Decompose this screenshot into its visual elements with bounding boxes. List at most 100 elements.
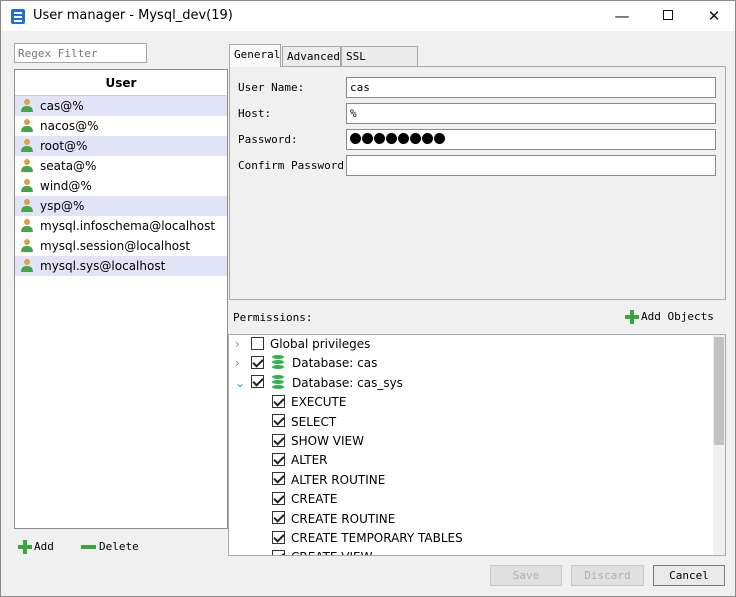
user-icon bbox=[21, 199, 33, 213]
user-list-item[interactable]: mysql.sys@localhost bbox=[15, 256, 227, 276]
chevron-right-icon[interactable]: › bbox=[235, 335, 245, 354]
password-label: Password: bbox=[238, 133, 298, 146]
tab-advanced[interactable]: Advanced bbox=[282, 46, 341, 66]
user-icon bbox=[21, 219, 33, 233]
user-list-item-label: nacos@% bbox=[40, 119, 99, 133]
user-list-item-label: ysp@% bbox=[40, 199, 85, 213]
password-mask-dot bbox=[386, 133, 397, 144]
user-list-item[interactable]: mysql.session@localhost bbox=[15, 236, 227, 256]
user-list-item-label: root@% bbox=[40, 139, 88, 153]
permission-label: ALTER bbox=[291, 453, 328, 468]
save-button[interactable]: Save bbox=[490, 565, 562, 586]
user-column-header[interactable]: User bbox=[15, 70, 227, 96]
user-list-item[interactable]: seata@% bbox=[15, 156, 227, 176]
user-icon bbox=[21, 159, 33, 173]
permission-checkbox[interactable] bbox=[272, 452, 285, 466]
user-list-item-label: wind@% bbox=[40, 179, 92, 193]
host-input[interactable]: % bbox=[346, 103, 716, 124]
scrollbar-thumb[interactable] bbox=[714, 337, 724, 445]
password-input[interactable] bbox=[346, 129, 716, 150]
user-manager-window: User manager - Mysql_dev(19) — ✕ User ca… bbox=[0, 0, 736, 597]
user-icon bbox=[21, 259, 33, 273]
privilege-item[interactable]: CREATE TEMPORARY TABLES bbox=[272, 529, 463, 548]
password-mask-dot bbox=[410, 133, 421, 144]
privilege-item[interactable]: ALTER bbox=[272, 451, 328, 470]
permission-checkbox[interactable] bbox=[272, 511, 285, 525]
user-icon bbox=[21, 239, 33, 253]
permission-label: SELECT bbox=[291, 414, 337, 429]
maximize-button[interactable] bbox=[645, 1, 691, 31]
database-icon bbox=[272, 355, 284, 370]
user-icon bbox=[21, 99, 33, 113]
user-list-item[interactable]: ysp@% bbox=[15, 196, 227, 216]
add-objects-label: Add Objects bbox=[641, 310, 714, 323]
permission-label: CREATE VIEW bbox=[291, 550, 373, 555]
minimize-button[interactable]: — bbox=[599, 1, 645, 31]
password-mask-dot bbox=[422, 133, 433, 144]
permission-checkbox[interactable] bbox=[272, 394, 285, 408]
permission-checkbox[interactable] bbox=[272, 414, 285, 428]
privilege-item[interactable]: SELECT bbox=[272, 413, 336, 432]
user-list-item[interactable]: cas@% bbox=[15, 96, 227, 116]
chevron-right-icon[interactable]: › bbox=[235, 354, 245, 373]
tab-ssl-options[interactable]: SSL Options bbox=[341, 46, 418, 82]
privilege-item[interactable]: CREATE bbox=[272, 490, 338, 509]
permission-checkbox[interactable] bbox=[272, 530, 285, 544]
permission-label: Global privileges bbox=[270, 337, 371, 351]
plus-icon bbox=[18, 540, 32, 554]
privilege-item[interactable]: SHOW VIEW bbox=[272, 432, 364, 451]
permission-checkbox[interactable] bbox=[251, 375, 264, 389]
user-list-item[interactable]: wind@% bbox=[15, 176, 227, 196]
user-list-item[interactable]: mysql.infoschema@localhost bbox=[15, 216, 227, 236]
permission-group[interactable]: › Database: cas bbox=[235, 354, 377, 373]
user-icon bbox=[21, 179, 33, 193]
chevron-down-icon[interactable]: ⌄ bbox=[235, 374, 245, 393]
permission-label: ALTER ROUTINE bbox=[291, 472, 386, 487]
user-icon bbox=[21, 119, 33, 133]
permission-label: CREATE ROUTINE bbox=[291, 511, 396, 526]
discard-button[interactable]: Discard bbox=[571, 565, 644, 586]
password-mask-dot bbox=[434, 133, 445, 144]
permission-group[interactable]: › Global privileges bbox=[235, 335, 371, 354]
cancel-button[interactable]: Cancel bbox=[653, 565, 725, 586]
privilege-item[interactable]: EXECUTE bbox=[272, 393, 346, 412]
maximize-icon bbox=[663, 10, 673, 20]
add-user-button[interactable]: Add bbox=[18, 539, 54, 555]
delete-user-label: Delete bbox=[99, 540, 139, 553]
tab-general[interactable]: General bbox=[229, 44, 281, 67]
add-objects-button[interactable]: Add Objects bbox=[625, 309, 714, 325]
permissions-label: Permissions: bbox=[233, 311, 313, 324]
permission-group[interactable]: ⌄ Database: cas_sys bbox=[235, 374, 403, 393]
user-list-item-label: cas@% bbox=[40, 99, 84, 113]
password-mask-dot bbox=[350, 133, 361, 144]
delete-user-button[interactable]: Delete bbox=[81, 539, 139, 555]
regex-filter-input[interactable] bbox=[14, 43, 147, 63]
privilege-item[interactable]: CREATE ROUTINE bbox=[272, 510, 395, 529]
permission-checkbox[interactable] bbox=[272, 472, 285, 486]
permission-checkbox[interactable] bbox=[251, 355, 264, 369]
confirm-password-label: Confirm Password: bbox=[238, 159, 351, 172]
permissions-scrollbar[interactable] bbox=[713, 335, 725, 555]
user-list-item-label: mysql.session@localhost bbox=[40, 239, 191, 253]
privilege-item[interactable]: CREATE VIEW bbox=[272, 548, 373, 555]
user-list-item-label: mysql.sys@localhost bbox=[40, 259, 166, 273]
close-button[interactable]: ✕ bbox=[691, 1, 736, 31]
minus-icon bbox=[81, 545, 96, 549]
confirm-password-input[interactable] bbox=[346, 155, 716, 176]
permission-checkbox[interactable] bbox=[251, 336, 264, 350]
permission-checkbox[interactable] bbox=[272, 549, 285, 555]
permission-checkbox[interactable] bbox=[272, 433, 285, 447]
user-name-input[interactable]: cas bbox=[346, 77, 716, 98]
permissions-tree: › Global privileges › Database: cas ⌄ Databas… bbox=[228, 334, 726, 556]
user-list-item[interactable]: root@% bbox=[15, 136, 227, 156]
user-list-item-label: mysql.infoschema@localhost bbox=[40, 219, 216, 233]
window-title: User manager - Mysql_dev(19) bbox=[33, 8, 233, 23]
permission-checkbox[interactable] bbox=[272, 491, 285, 505]
password-mask-dot bbox=[398, 133, 409, 144]
privilege-item[interactable]: ALTER ROUTINE bbox=[272, 471, 385, 490]
permission-label: EXECUTE bbox=[291, 395, 347, 410]
user-list-item[interactable]: nacos@% bbox=[15, 116, 227, 136]
host-label: Host: bbox=[238, 107, 272, 120]
general-tab-panel: User Name: cas Host: % Password: Confirm… bbox=[229, 66, 726, 300]
permission-label: SHOW VIEW bbox=[291, 434, 364, 448]
